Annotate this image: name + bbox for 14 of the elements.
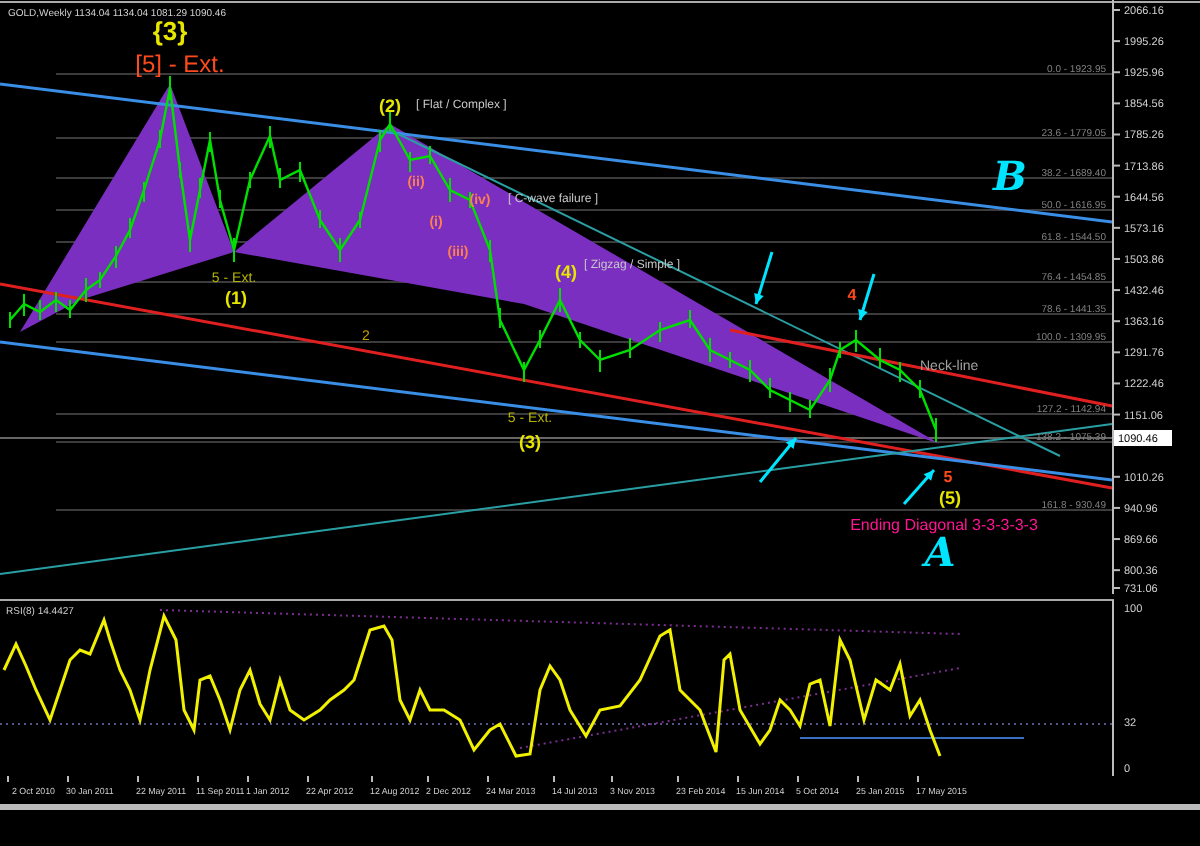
wave-label: (3) xyxy=(519,432,541,452)
wave-label: {3} xyxy=(152,16,188,46)
wave-label: [5] - Ext. xyxy=(135,50,225,78)
wave-label: 4 xyxy=(847,286,857,304)
arrow-icon xyxy=(858,273,876,321)
wave-degree-letter: B xyxy=(993,152,1027,200)
arrow-icon xyxy=(754,251,774,305)
arrow-icon xyxy=(758,437,798,483)
arrow-icon xyxy=(902,469,936,505)
wave-label: (5) xyxy=(939,488,961,508)
wave-label: (2) xyxy=(379,96,401,116)
wave-label: 5 xyxy=(943,468,953,486)
wave-label: (4) xyxy=(555,262,577,282)
wave-label: (1) xyxy=(225,288,247,308)
